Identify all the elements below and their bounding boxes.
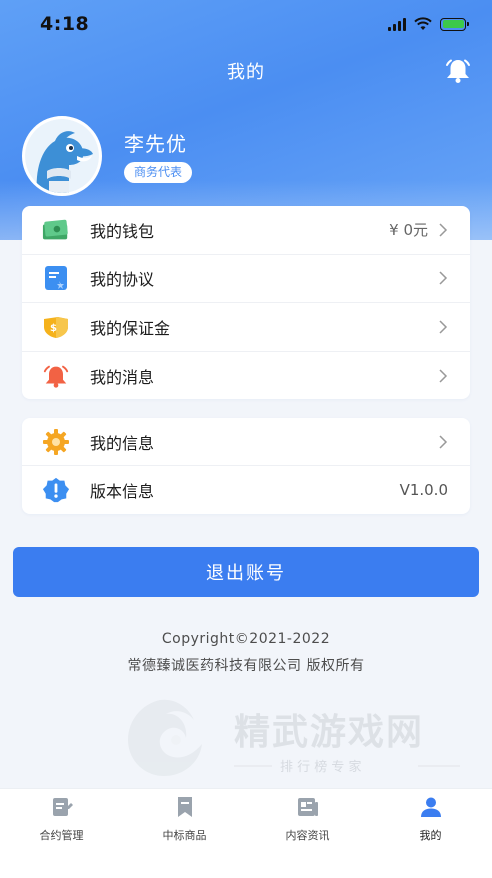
wallet-balance: ¥ 0元	[389, 221, 428, 240]
menu-card-info: 我的信息 版本信息 V1.0.0	[22, 418, 470, 514]
tab-label: 我的	[419, 829, 442, 842]
menu-item-label: 我的保证金	[90, 318, 171, 338]
tab-label: 合约管理	[39, 829, 84, 842]
menu-item-wallet[interactable]: 我的钱包 ¥ 0元	[22, 206, 470, 255]
tab-label: 内容资讯	[285, 829, 330, 842]
avatar[interactable]	[22, 116, 102, 196]
watermark: 精武游戏网 排 行 榜 专 家	[128, 699, 460, 776]
tab-mine[interactable]: 我的	[369, 789, 492, 878]
tab-bar: 合约管理 中标商品 内容资讯 我的	[0, 788, 492, 878]
info-gear-icon	[42, 428, 70, 456]
tab-label: 中标商品	[162, 829, 207, 842]
status-time: 4:18	[40, 13, 90, 35]
menu-item-messages[interactable]: 我的消息	[22, 352, 470, 401]
watermark-logo-icon	[128, 699, 202, 776]
signal-icon	[388, 17, 406, 31]
menu-item-label: 我的钱包	[90, 221, 155, 241]
chevron-right-icon	[439, 320, 448, 334]
news-icon	[297, 798, 318, 816]
dolphin-avatar-icon	[25, 119, 99, 193]
watermark-title: 精武游戏网	[234, 712, 424, 753]
tab-contract[interactable]: 合约管理	[0, 789, 123, 878]
chevron-right-icon	[439, 223, 448, 237]
logout-button[interactable]: 退出账号	[13, 547, 479, 597]
chevron-right-icon	[439, 434, 448, 449]
deposit-shield-icon: $	[42, 313, 70, 341]
tab-winning-goods[interactable]: 中标商品	[123, 789, 246, 878]
user-name: 李先优	[124, 132, 187, 156]
watermark-subtitle: 排 行 榜 专 家	[280, 759, 362, 775]
status-icons	[388, 17, 469, 31]
menu-item-my-info[interactable]: 我的信息	[22, 418, 470, 466]
company-line: 常德臻诚医药科技有限公司 版权所有	[127, 658, 365, 674]
version-number: V1.0.0	[399, 481, 448, 499]
agreement-icon	[42, 264, 70, 292]
chevron-right-icon	[439, 369, 448, 383]
battery-icon	[440, 17, 469, 31]
menu-item-label: 我的协议	[90, 270, 155, 290]
svg-text:$: $	[50, 323, 57, 334]
notification-bell-icon[interactable]	[444, 58, 472, 84]
status-bar: 4:18	[0, 0, 492, 48]
menu-card-main: 我的钱包 ¥ 0元 我的协议 $ 我的保证金 我的消息	[22, 206, 470, 399]
menu-item-deposit[interactable]: $ 我的保证金	[22, 303, 470, 352]
menu-item-label: 我的信息	[90, 433, 155, 453]
menu-item-version[interactable]: 版本信息 V1.0.0	[22, 466, 470, 514]
wifi-icon	[414, 17, 432, 30]
role-badge: 商务代表	[124, 162, 193, 183]
contract-icon	[52, 798, 73, 816]
tab-news[interactable]: 内容资讯	[246, 789, 369, 878]
menu-item-label: 我的消息	[90, 367, 155, 387]
version-badge-icon	[42, 476, 70, 504]
wallet-icon	[42, 216, 70, 244]
page-title: 我的	[227, 62, 265, 83]
menu-item-label: 版本信息	[90, 482, 155, 501]
copyright-line: Copyright©2021-2022	[161, 631, 331, 647]
bookmark-icon	[177, 797, 192, 817]
message-bell-icon	[42, 362, 70, 390]
chevron-right-icon	[439, 271, 448, 285]
user-icon	[420, 797, 441, 817]
menu-item-agreement[interactable]: 我的协议	[22, 255, 470, 303]
